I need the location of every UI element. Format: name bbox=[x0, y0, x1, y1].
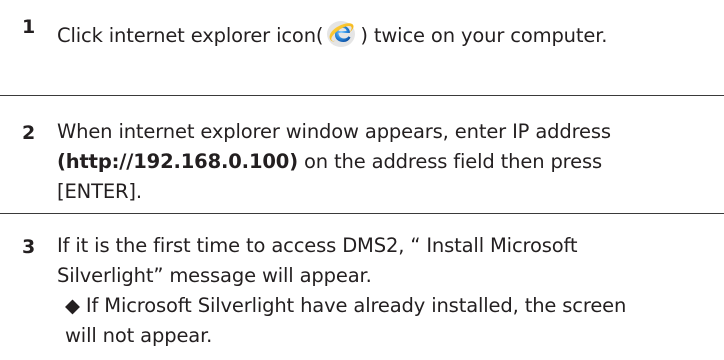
step-text: When internet explorer window appears, e… bbox=[57, 117, 717, 207]
step-number: 1 bbox=[22, 16, 36, 38]
divider bbox=[0, 95, 724, 96]
bullet-item: ◆ If Microsoft Silverlight have already … bbox=[57, 291, 717, 321]
step-line-rest: on the address field then press bbox=[297, 150, 602, 173]
step-text: Click internet explorer icon( ) twice on bbox=[57, 20, 717, 51]
step-text: If it is the first time to access DMS2, … bbox=[57, 231, 717, 351]
step-text-after-icon: ) twice on your computer. bbox=[360, 24, 608, 47]
internet-explorer-icon bbox=[326, 20, 356, 48]
step-number: 3 bbox=[22, 236, 36, 258]
diamond-bullet-icon: ◆ bbox=[65, 294, 80, 317]
step-line: Silverlight” message will appear. bbox=[57, 264, 372, 287]
divider bbox=[0, 213, 724, 214]
step-text-before-icon: Click internet explorer icon( bbox=[57, 24, 324, 47]
bullet-text-continued: will not appear. bbox=[65, 324, 213, 347]
step-line: (http://192.168.0.100) on the address fi… bbox=[57, 147, 717, 177]
bullet-text: If Microsoft Silverlight have already in… bbox=[79, 294, 627, 317]
step-line: [ENTER]. bbox=[57, 180, 142, 203]
step-line: If it is the first time to access DMS2, … bbox=[57, 234, 578, 257]
ip-address: (http://192.168.0.100) bbox=[57, 150, 298, 173]
step-number: 2 bbox=[22, 122, 36, 144]
step-line: When internet explorer window appears, e… bbox=[57, 120, 611, 143]
